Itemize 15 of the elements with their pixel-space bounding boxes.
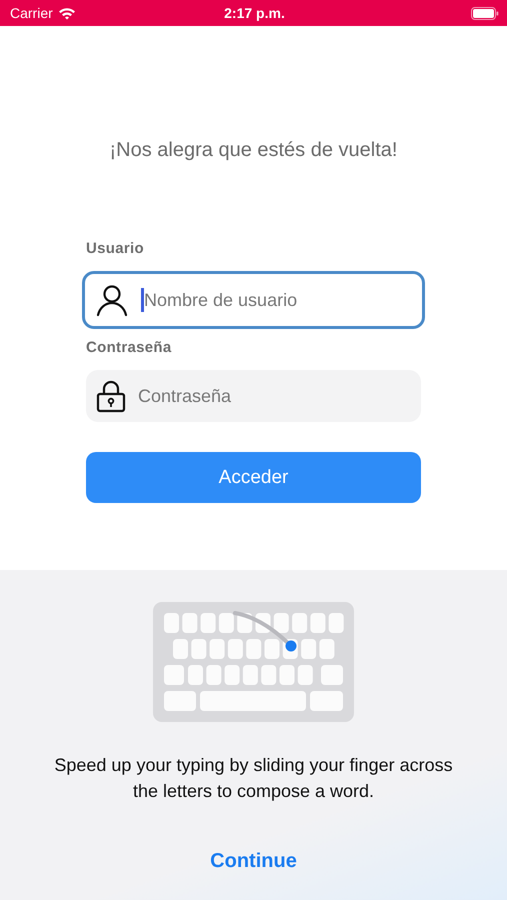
wifi-icon bbox=[58, 6, 76, 20]
clock-time: 2:17 p.m. bbox=[224, 5, 285, 21]
password-field[interactable]: Contraseña bbox=[86, 370, 421, 422]
login-button[interactable]: Acceder bbox=[86, 452, 421, 503]
tip-message: Speed up your typing by sliding your finger across the letters to compose a word. bbox=[54, 754, 454, 803]
carrier-name: Carrier bbox=[10, 5, 53, 21]
welcome-heading: ¡Nos alegra que estés de vuelta! bbox=[108, 139, 398, 162]
padlock-icon bbox=[96, 379, 126, 413]
field-label: Contraseña bbox=[86, 339, 173, 356]
field-label: Usuario bbox=[86, 240, 145, 257]
continue-button[interactable]: Continue bbox=[204, 848, 303, 875]
person-icon bbox=[95, 283, 129, 317]
text-cursor bbox=[141, 288, 144, 312]
battery-icon bbox=[470, 6, 499, 20]
username-field[interactable]: Nombre de usuario bbox=[82, 271, 425, 329]
